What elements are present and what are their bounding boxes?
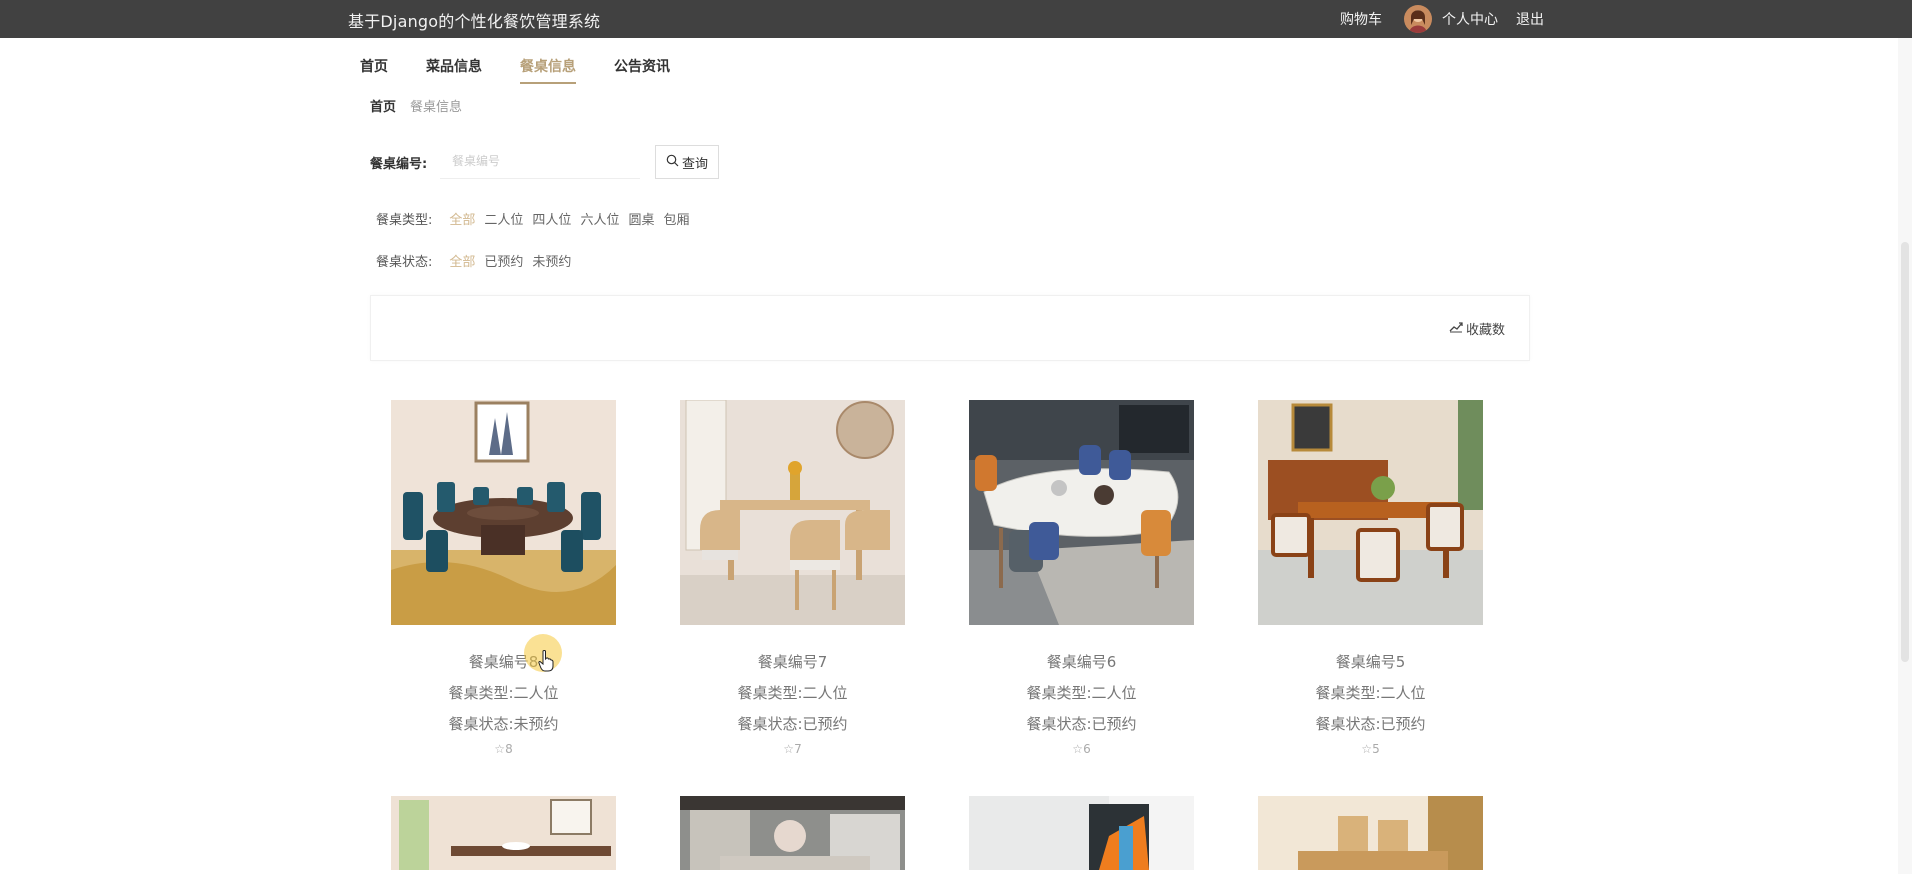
table-status: 餐桌状态:已预约 [1315, 715, 1426, 733]
table-status: 餐桌状态:已预约 [1026, 715, 1137, 733]
table-status: 餐桌状态:已预约 [737, 715, 848, 733]
filter-status-option[interactable]: 全部 [449, 251, 475, 270]
favorites-number: 5 [1372, 742, 1380, 756]
table-image[interactable] [1258, 796, 1483, 870]
favorites-number: 7 [794, 742, 802, 756]
table-image[interactable] [391, 796, 616, 870]
cart-link[interactable]: 购物车 [1340, 9, 1382, 29]
search-input[interactable] [440, 143, 640, 179]
table-image[interactable] [969, 400, 1194, 625]
favorites-count: ☆6 [969, 742, 1194, 756]
nav-tables[interactable]: 餐桌信息 [520, 56, 576, 84]
table-type: 餐桌类型:二人位 [1026, 684, 1137, 702]
hand-cursor-icon [538, 650, 554, 672]
breadcrumb: 首页 餐桌信息 [370, 96, 462, 115]
search-button-label: 查询 [681, 156, 708, 172]
table-number[interactable]: 餐桌编号6 [969, 651, 1194, 672]
sort-chart-icon [1449, 321, 1463, 337]
filter-type-option[interactable]: 包厢 [663, 209, 689, 228]
table-type: 餐桌类型:二人位 [1315, 684, 1426, 702]
favorites-number: 8 [505, 742, 513, 756]
logout-link[interactable]: 退出 [1516, 9, 1544, 29]
table-card[interactable] [1258, 796, 1483, 870]
filter-status-label: 餐桌状态: [376, 255, 433, 270]
star-icon: ☆ [1361, 742, 1373, 756]
scrollbar-thumb[interactable] [1901, 242, 1909, 662]
filter-table-type: 餐桌类型: 全部 二人位 四人位 六人位 圆桌 包厢 [376, 209, 689, 228]
star-icon: ☆ [1072, 742, 1084, 756]
nav-news[interactable]: 公告资讯 [614, 56, 670, 84]
filter-type-option[interactable]: 四人位 [532, 209, 571, 228]
site-title: 基于Django的个性化餐饮管理系统 [348, 12, 601, 31]
filter-table-status: 餐桌状态: 全部 已预约 未预约 [376, 251, 571, 270]
filter-status-option[interactable]: 已预约 [484, 251, 523, 270]
table-image[interactable] [969, 796, 1194, 870]
table-status: 餐桌状态:未预约 [448, 715, 559, 733]
profile-link[interactable]: 个人中心 [1442, 9, 1498, 29]
search-icon [666, 154, 679, 171]
main-nav: 首页 菜品信息 餐桌信息 公告资讯 [360, 56, 708, 84]
nav-dishes[interactable]: 菜品信息 [426, 56, 482, 84]
table-card[interactable]: 餐桌编号5 餐桌类型:二人位 餐桌状态:已预约 ☆5 [1258, 400, 1483, 756]
favorites-number: 6 [1083, 742, 1091, 756]
table-card[interactable] [680, 796, 905, 870]
table-card[interactable] [969, 796, 1194, 870]
avatar[interactable] [1404, 5, 1432, 33]
table-number[interactable]: 餐桌编号7 [680, 651, 905, 672]
filter-type-label: 餐桌类型: [376, 213, 433, 228]
table-image[interactable] [680, 796, 905, 870]
filter-status-option[interactable]: 未预约 [532, 251, 571, 270]
search-button[interactable]: 查询 [655, 145, 719, 179]
filter-type-option[interactable]: 六人位 [580, 209, 619, 228]
table-image[interactable] [1258, 400, 1483, 625]
filter-type-option[interactable]: 二人位 [484, 209, 523, 228]
header-actions: 购物车 个人中心 退出 [1340, 0, 1544, 38]
star-icon: ☆ [783, 742, 795, 756]
table-card[interactable] [391, 796, 616, 870]
table-number[interactable]: 餐桌编号5 [1258, 651, 1483, 672]
filter-type-option[interactable]: 全部 [449, 209, 475, 228]
sort-bar: 收藏数 [370, 295, 1530, 361]
breadcrumb-home[interactable]: 首页 [370, 96, 396, 115]
table-card[interactable]: 餐桌编号7 餐桌类型:二人位 餐桌状态:已预约 ☆7 [680, 400, 905, 756]
breadcrumb-current: 餐桌信息 [410, 100, 463, 115]
star-icon: ☆ [494, 742, 506, 756]
table-number[interactable]: 餐桌编号8 [391, 651, 616, 672]
filter-type-option[interactable]: 圆桌 [628, 209, 654, 228]
top-bar: 基于Django的个性化餐饮管理系统 购物车 个人中心 退出 [0, 0, 1912, 38]
table-image[interactable] [391, 400, 616, 625]
table-card[interactable]: 餐桌编号6 餐桌类型:二人位 餐桌状态:已预约 ☆6 [969, 400, 1194, 756]
table-type: 餐桌类型:二人位 [448, 684, 559, 702]
nav-home[interactable]: 首页 [360, 56, 388, 84]
sort-by-favorites[interactable]: 收藏数 [1449, 319, 1505, 338]
table-type: 餐桌类型:二人位 [737, 684, 848, 702]
table-card[interactable]: 餐桌编号8 餐桌类型:二人位 餐桌状态:未预约 ☆8 [391, 400, 616, 756]
sort-favorites-label: 收藏数 [1465, 323, 1505, 338]
favorites-count: ☆5 [1258, 742, 1483, 756]
table-image[interactable] [680, 400, 905, 625]
favorites-count: ☆8 [391, 742, 616, 756]
scrollbar[interactable] [1898, 38, 1912, 874]
favorites-count: ☆7 [680, 742, 905, 756]
search-label: 餐桌编号: [370, 157, 428, 172]
